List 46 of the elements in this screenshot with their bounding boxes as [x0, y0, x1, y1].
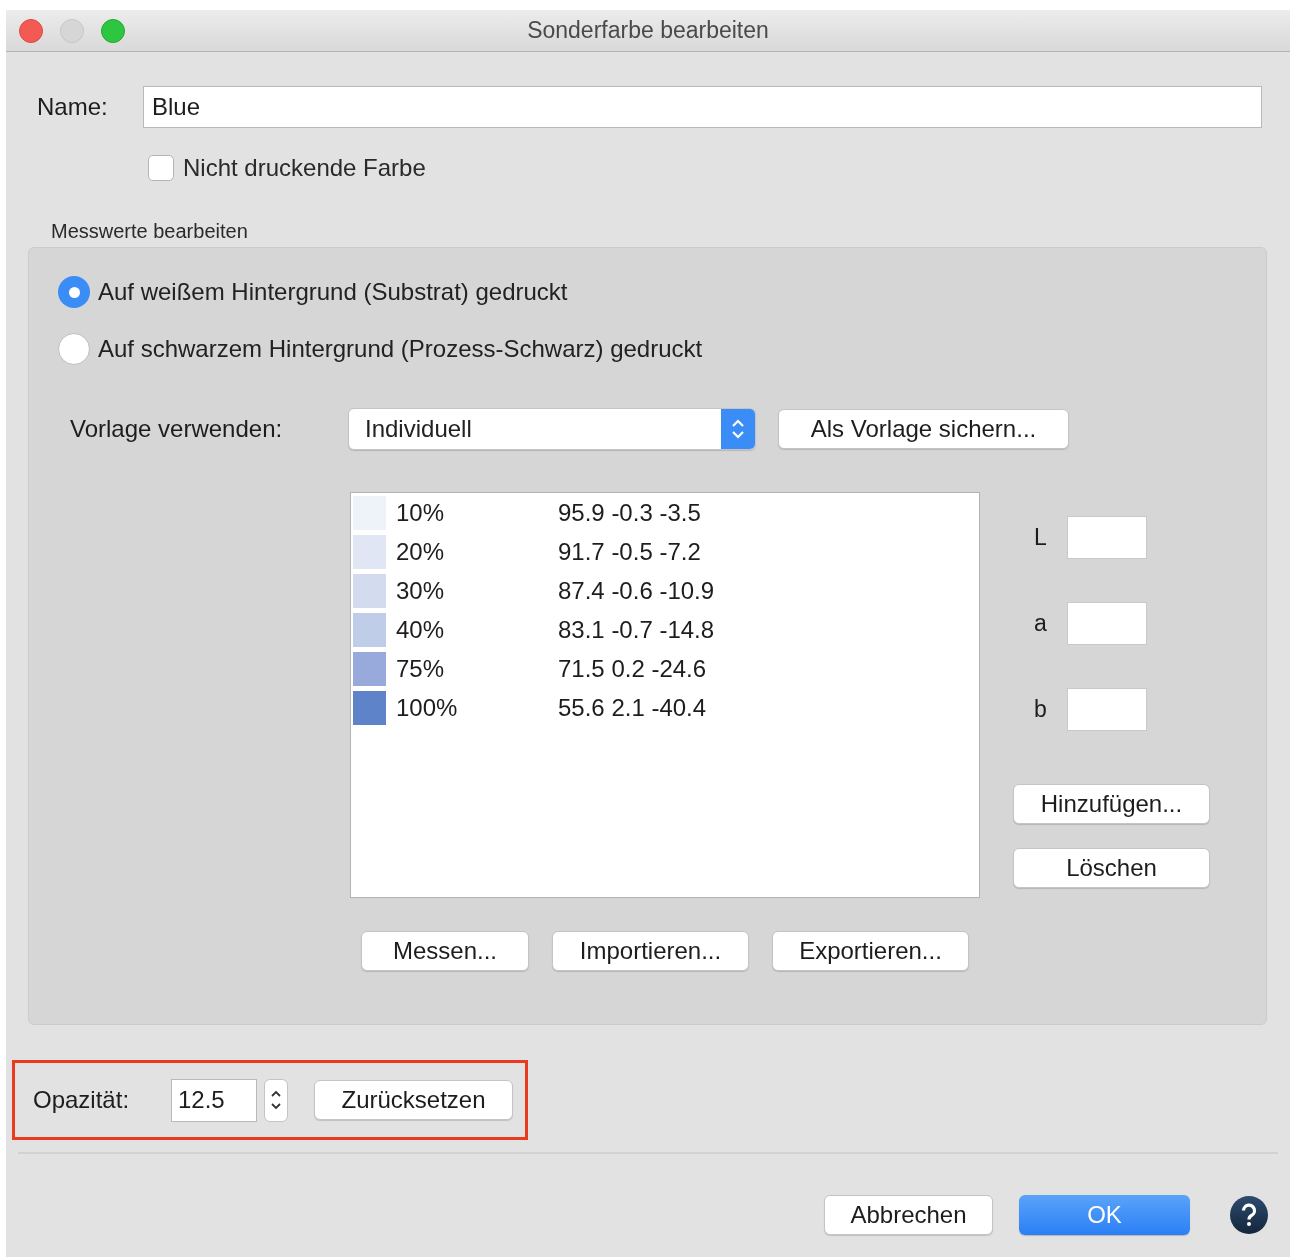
tint-value: 20% — [396, 537, 446, 567]
tint-value: 100% — [396, 693, 459, 723]
checkbox-label: Nicht druckende Farbe — [183, 153, 426, 183]
value-field[interactable] — [1067, 602, 1147, 645]
export-button[interactable]: Exportieren... — [772, 931, 969, 971]
stepper[interactable] — [264, 1078, 288, 1122]
field-label: Opazität: — [33, 1085, 131, 1115]
cancel-button[interactable]: Abbrechen — [824, 1195, 993, 1235]
checkbox[interactable] — [148, 155, 174, 181]
save-template-button[interactable]: Als Vorlage sichern... — [778, 409, 1069, 449]
radio-button[interactable] — [58, 276, 90, 308]
name-field[interactable]: Blue — [143, 86, 1262, 128]
lab-value: 71.5 0.2 -24.6 — [558, 654, 707, 684]
zoom-button[interactable] — [101, 19, 125, 43]
window-title: Sonderfarbe bearbeiten — [527, 16, 769, 46]
field-label: b — [1034, 695, 1048, 725]
value-field[interactable] — [1067, 688, 1147, 731]
field-label: Vorlage verwenden: — [70, 414, 284, 444]
template-dropdown[interactable]: Individuell — [348, 408, 756, 450]
field-label: Name: — [37, 92, 109, 122]
minimize-button[interactable] — [60, 19, 84, 43]
tint-value: 40% — [396, 615, 446, 645]
lab-value: 83.1 -0.7 -14.8 — [558, 615, 715, 645]
lab-value: 91.7 -0.5 -7.2 — [558, 537, 701, 567]
field-label: L — [1034, 523, 1048, 553]
radio-label: Auf schwarzem Hintergrund (Prozess-Schwarz) gedruckt — [98, 334, 703, 364]
value-field[interactable] — [1067, 516, 1147, 559]
import-button[interactable]: Importieren... — [552, 931, 749, 971]
lab-value: 87.4 -0.6 -10.9 — [558, 576, 715, 606]
lab-value: 55.6 2.1 -40.4 — [558, 693, 707, 723]
group-title: Messwerte bearbeiten — [51, 220, 248, 242]
tint-value: 75% — [396, 654, 446, 684]
reset-button[interactable]: Zurücksetzen — [314, 1080, 513, 1120]
help-icon[interactable] — [1230, 1196, 1268, 1234]
field-label: a — [1034, 609, 1048, 639]
tint-value: 10% — [396, 498, 446, 528]
close-button[interactable] — [19, 19, 43, 43]
measure-button[interactable]: Messen... — [361, 931, 529, 971]
tint-value: 30% — [396, 576, 446, 606]
radio-label: Auf weißem Hintergrund (Substrat) gedruckt — [98, 277, 568, 307]
chevron-updown-icon — [731, 417, 745, 441]
add-button[interactable]: Hinzufügen... — [1013, 784, 1210, 824]
opacity-field[interactable]: 12.5 — [171, 1078, 257, 1122]
radio-button[interactable] — [58, 333, 90, 365]
delete-button[interactable]: Löschen — [1013, 848, 1210, 888]
lab-value: 95.9 -0.3 -3.5 — [558, 498, 701, 528]
